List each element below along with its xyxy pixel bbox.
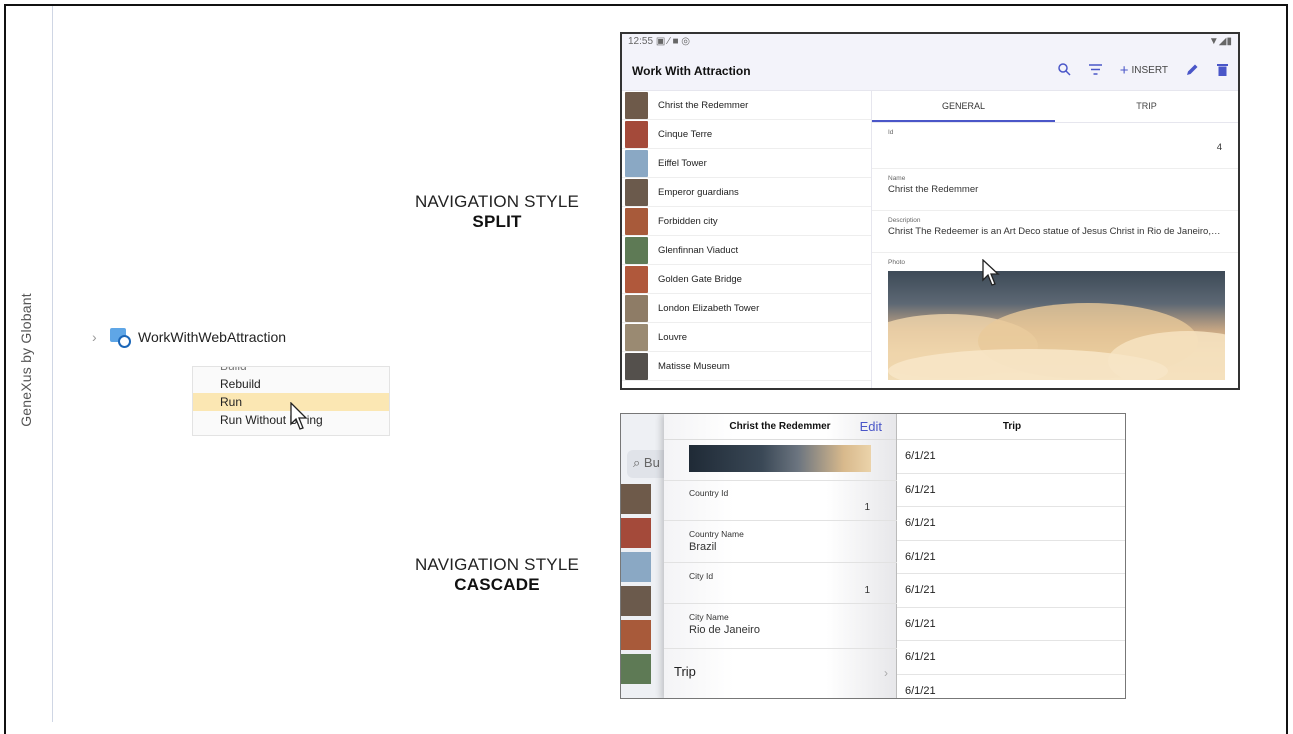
context-menu: Build Rebuild Run Run Without Buiing	[192, 366, 390, 436]
list-item[interactable]: Forbidden city	[622, 207, 871, 236]
field-country-id: Country Id 1	[689, 488, 870, 513]
chevron-right-icon: ›	[884, 666, 888, 680]
table-row[interactable]: 6/1/21	[897, 574, 1125, 608]
kb-object-row[interactable]: › WorkWithWebAttraction	[92, 326, 286, 348]
table-row[interactable]: 6/1/21	[897, 440, 1125, 474]
thumbnail-image	[625, 352, 648, 380]
thumbnail-image	[625, 236, 648, 264]
search-icon: ⌕	[633, 455, 641, 470]
chevron-right-icon[interactable]: ›	[92, 329, 104, 345]
attraction-list: Christ the Redemmer Cinque Terre Eiffel …	[622, 91, 872, 388]
edit-button[interactable]: Edit	[860, 419, 882, 434]
brand-label: GeneXus by Globant	[18, 293, 35, 427]
trip-link[interactable]: Trip	[674, 664, 696, 679]
object-name: WorkWithWebAttraction	[138, 329, 287, 345]
table-row[interactable]: 6/1/21	[897, 641, 1125, 675]
thumbnail-image	[625, 207, 648, 235]
thumbnail-image	[625, 120, 648, 148]
thumbnail-image	[621, 518, 651, 548]
trip-header: Trip	[897, 414, 1125, 440]
menu-item-build[interactable]: Build	[193, 367, 389, 375]
divider	[664, 480, 897, 481]
cascade-list-behind: ⌕ Bu	[621, 414, 697, 698]
thumbnail-image	[625, 149, 648, 177]
edit-pencil-icon[interactable]	[1186, 63, 1199, 79]
detail-tabs: GENERAL TRIP	[872, 91, 1238, 123]
status-bar: 12:55 ▣ ∕ ■ ◎ ▼◢▮	[622, 34, 1238, 51]
insert-button[interactable]: + INSERT	[1120, 62, 1168, 79]
menu-item-rebuild[interactable]: Rebuild	[193, 375, 389, 393]
thumbnail-image	[621, 620, 651, 650]
thumbnail-image	[625, 178, 648, 206]
cascade-screenshot: ⌕ Bu Christ the Redemmer Edit Country Id…	[620, 413, 1126, 699]
field-city-id: City Id 1	[689, 571, 870, 596]
cascade-detail-panel: Christ the Redemmer Edit Country Id 1 Co…	[664, 414, 897, 698]
list-item[interactable]: Golden Gate Bridge	[622, 265, 871, 294]
field-country-name: Country Name Brazil	[689, 529, 744, 553]
tab-general[interactable]: GENERAL	[872, 91, 1055, 122]
divider	[664, 520, 897, 521]
split-screenshot: 12:55 ▣ ∕ ■ ◎ ▼◢▮ Work With Attraction +…	[620, 32, 1240, 390]
table-row[interactable]: 6/1/21	[897, 507, 1125, 541]
filter-icon[interactable]	[1088, 63, 1102, 78]
thumbnail-image	[621, 552, 651, 582]
divider	[664, 603, 897, 604]
table-row[interactable]: 6/1/21	[897, 608, 1125, 641]
plus-icon: +	[1119, 62, 1129, 79]
field-city-name: City Name Rio de Janeiro	[689, 612, 760, 636]
table-row[interactable]: 6/1/21	[897, 541, 1125, 574]
field-photo: Photo	[888, 259, 905, 266]
trip-panel: Trip 6/1/21 6/1/21 6/1/21 6/1/21 6/1/21 …	[897, 414, 1125, 699]
work-with-object-icon	[110, 326, 132, 348]
detail-panel: GENERAL TRIP Id 4 Name Christ the Redemm…	[858, 91, 1238, 388]
detail-title: Christ the Redemmer	[729, 421, 831, 432]
divider	[664, 648, 897, 649]
list-item[interactable]: Matisse Museum	[622, 352, 871, 381]
list-item[interactable]: Cinque Terre	[622, 120, 871, 149]
table-row[interactable]: 6/1/21	[897, 675, 1125, 699]
list-item[interactable]: Christ the Redemmer	[622, 91, 871, 120]
thumbnail-image	[621, 484, 651, 514]
field-name: Name Christ the Redemmer	[872, 169, 1238, 211]
list-item[interactable]: Emperor guardians	[622, 178, 871, 207]
thumbnail-image	[621, 586, 651, 616]
thumbnail-image	[625, 91, 648, 119]
split-style-label: NAVIGATION STYLE SPLIT	[414, 192, 580, 231]
search-icon[interactable]	[1057, 62, 1071, 79]
slide-divider	[52, 6, 53, 722]
app-bar: Work With Attraction + INSERT	[622, 51, 1238, 91]
list-item[interactable]: Louvre	[622, 323, 871, 352]
detail-header: Christ the Redemmer Edit	[664, 414, 896, 440]
thumbnail-image	[621, 654, 651, 684]
tab-trip[interactable]: TRIP	[1055, 91, 1238, 122]
thumbnail-image	[625, 294, 648, 322]
list-item[interactable]: Eiffel Tower	[622, 149, 871, 178]
mouse-pointer-icon	[290, 402, 308, 430]
thumbnail-image	[625, 265, 648, 293]
field-description: Description Christ The Redeemer is an Ar…	[872, 211, 1238, 253]
app-title: Work With Attraction	[632, 63, 751, 78]
field-id: Id 4	[872, 123, 1238, 169]
table-row[interactable]: 6/1/21	[897, 474, 1125, 507]
delete-trash-icon[interactable]	[1217, 63, 1228, 79]
cascade-style-label: NAVIGATION STYLE CASCADE	[414, 555, 580, 594]
divider	[664, 562, 897, 563]
thumbnail-image	[625, 323, 648, 351]
attraction-photo	[689, 445, 871, 472]
list-item[interactable]: London Elizabeth Tower	[622, 294, 871, 323]
list-item[interactable]: Glenfinnan Viaduct	[622, 236, 871, 265]
attraction-photo	[858, 259, 1238, 388]
mouse-pointer-icon	[982, 259, 1000, 286]
